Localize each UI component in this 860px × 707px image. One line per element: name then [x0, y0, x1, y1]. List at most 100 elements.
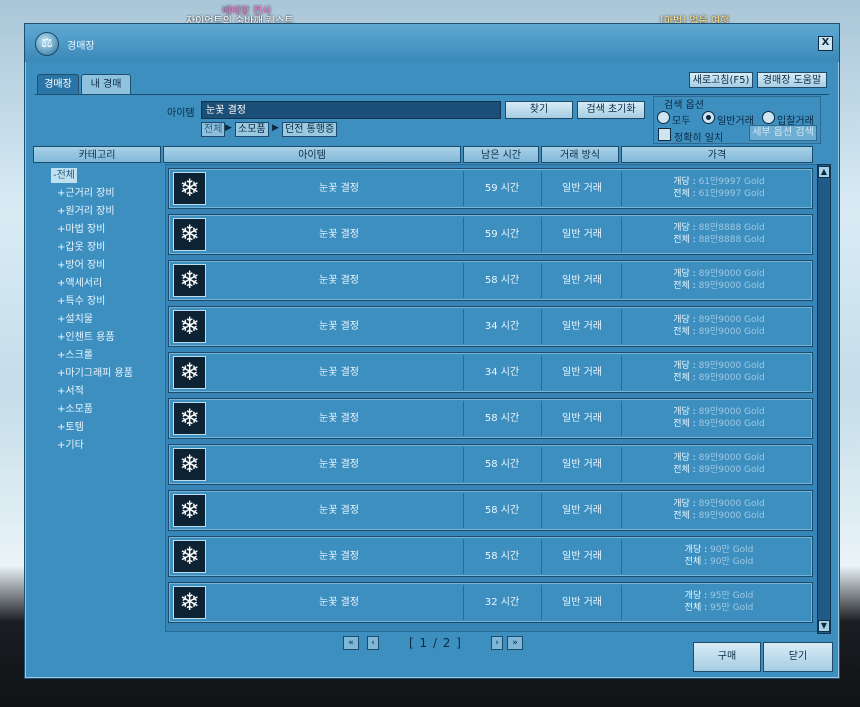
category-item[interactable]: +액세서리: [57, 276, 102, 291]
table-row[interactable]: ❄ 눈꽃 결정 59 시간 일반 거래 개당 : 61만9997 Gold 전체 : 61…: [168, 168, 813, 209]
item-name: 눈꽃 결정: [319, 229, 359, 240]
total-price-label: 전체 :: [673, 373, 696, 383]
snowflake-icon: ❄: [173, 356, 206, 389]
category-item[interactable]: +마기그래피 용품: [57, 366, 133, 381]
unit-price-line: 개당 : 95만 Gold: [629, 590, 809, 602]
scroll-down-icon[interactable]: ▼: [818, 620, 830, 632]
category-item[interactable]: +근거리 장비: [57, 186, 115, 201]
unit-price-label: 개당 :: [684, 545, 708, 555]
radio-all[interactable]: [657, 111, 670, 124]
table-row[interactable]: ❄ 눈꽃 결정 34 시간 일반 거래 개당 : 89만9000 Gold 전체 : 89…: [168, 306, 813, 347]
radio-bid-trade[interactable]: [762, 111, 775, 124]
unit-price-label: 개당 :: [673, 407, 696, 417]
list-scrollbar[interactable]: ▲ ▼: [817, 164, 831, 634]
table-row[interactable]: ❄ 눈꽃 결정 34 시간 일반 거래 개당 : 89만9000 Gold 전체 : 89…: [168, 352, 813, 393]
table-row[interactable]: ❄ 눈꽃 결정 58 시간 일반 거래 개당 : 90만 Gold 전체 : 90만 Go…: [168, 536, 813, 577]
table-row[interactable]: ❄ 눈꽃 결정 58 시간 일반 거래 개당 : 89만9000 Gold 전체 : 89…: [168, 490, 813, 531]
total-price: 95만 Gold: [710, 603, 754, 613]
category-item[interactable]: +갑옷 장비: [57, 240, 105, 255]
total-price-label: 전체 :: [673, 465, 696, 475]
unit-price-line: 개당 : 89만9000 Gold: [629, 268, 809, 280]
unit-price-line: 개당 : 89만9000 Gold: [629, 360, 809, 372]
page-first-button[interactable]: «: [343, 636, 359, 650]
category-item[interactable]: +토템: [57, 420, 84, 435]
snowflake-icon: ❄: [173, 310, 206, 343]
page-last-button[interactable]: »: [507, 636, 523, 650]
total-price-label: 전체 :: [673, 511, 696, 521]
category-item[interactable]: +특수 장비: [57, 294, 105, 309]
price-cell: 개당 : 89만9000 Gold 전체 : 89만9000 Gold: [629, 314, 809, 338]
category-item[interactable]: +서적: [57, 384, 84, 399]
table-row[interactable]: ❄ 눈꽃 결정 58 시간 일반 거래 개당 : 89만9000 Gold 전체 : 89…: [168, 398, 813, 439]
column-divider: [463, 171, 464, 206]
category-item[interactable]: +인챈트 용품: [57, 330, 115, 345]
trade-type: 일반 거래: [562, 505, 602, 516]
title-bar[interactable]: ⚖ 경매장 X: [25, 24, 839, 62]
total-price-label: 전체 :: [673, 189, 696, 199]
remaining-time: 34 시간: [484, 367, 520, 378]
category-item[interactable]: +방어 장비: [57, 258, 105, 273]
refresh-button[interactable]: 새로고침(F5): [689, 72, 753, 88]
tab-auction[interactable]: 경매장: [37, 74, 79, 94]
item-name: 눈꽃 결정: [319, 551, 359, 562]
total-price-line: 전체 : 89만9000 Gold: [629, 280, 809, 292]
header-time[interactable]: 남은 시간: [463, 146, 539, 163]
table-row[interactable]: ❄ 눈꽃 결정 58 시간 일반 거래 개당 : 89만9000 Gold 전체 : 89…: [168, 260, 813, 301]
category-item[interactable]: +스크롤: [57, 348, 93, 363]
exact-match-checkbox[interactable]: [658, 128, 671, 141]
page-next-button[interactable]: ›: [491, 636, 503, 650]
category-item[interactable]: -전체: [51, 168, 78, 183]
detail-search-button[interactable]: 세부 옵션 검색: [749, 125, 817, 141]
trade-type: 일반 거래: [562, 321, 602, 332]
remaining-time: 58 시간: [484, 505, 520, 516]
total-price-label: 전체 :: [684, 557, 708, 567]
price-cell: 개당 : 89만9000 Gold 전체 : 89만9000 Gold: [629, 452, 809, 476]
total-price: 61만9997 Gold: [698, 189, 765, 199]
page-indicator: [ 1 / 2 ]: [409, 636, 462, 650]
breadcrumb-dungeon-pass[interactable]: 던전 통행증: [282, 122, 338, 137]
snowflake-icon: ❄: [173, 540, 206, 573]
category-item[interactable]: +원거리 장비: [57, 204, 115, 219]
breadcrumb-all[interactable]: 전체: [201, 122, 226, 137]
find-button[interactable]: 찾기: [505, 101, 573, 119]
close-icon[interactable]: X: [818, 36, 833, 51]
unit-price-line: 개당 : 89만9000 Gold: [629, 314, 809, 326]
close-button[interactable]: 닫기: [763, 642, 833, 672]
unit-price-line: 개당 : 90만 Gold: [629, 544, 809, 556]
trade-type: 일반 거래: [562, 551, 602, 562]
total-price-line: 전체 : 90만 Gold: [629, 556, 809, 568]
item-search-input[interactable]: 눈꽃 결정: [201, 101, 501, 119]
remaining-time: 59 시간: [484, 183, 520, 194]
unit-price-line: 개당 : 89만9000 Gold: [629, 452, 809, 464]
snowflake-icon: ❄: [173, 494, 206, 527]
auction-window: ⚖ 경매장 X 경매장 내 경매 새로고침(F5) 경매장 도움말 아이템 눈꽃…: [24, 23, 840, 679]
item-search-label: 아이템: [167, 108, 195, 119]
unit-price-label: 개당 :: [673, 361, 696, 371]
category-item[interactable]: +설치물: [57, 312, 93, 327]
total-price-label: 전체 :: [673, 419, 696, 429]
category-item[interactable]: +기타: [57, 438, 84, 453]
table-row[interactable]: ❄ 눈꽃 결정 32 시간 일반 거래 개당 : 95만 Gold 전체 : 95만 Go…: [168, 582, 813, 623]
help-button[interactable]: 경매장 도움말: [757, 72, 827, 88]
auction-list: ❄ 눈꽃 결정 59 시간 일반 거래 개당 : 61만9997 Gold 전체 : 61…: [165, 164, 819, 632]
tab-my-auction[interactable]: 내 경매: [81, 74, 131, 94]
category-item[interactable]: +마법 장비: [57, 222, 105, 237]
reset-search-button[interactable]: 검색 초기화: [577, 101, 645, 119]
scroll-up-icon[interactable]: ▲: [818, 166, 830, 178]
snowflake-icon: ❄: [173, 172, 206, 205]
category-item[interactable]: +소모품: [57, 402, 93, 417]
item-name: 눈꽃 결정: [319, 275, 359, 286]
buy-button[interactable]: 구매: [693, 642, 761, 672]
snowflake-icon: ❄: [173, 448, 206, 481]
header-item[interactable]: 아이템: [163, 146, 461, 163]
radio-normal-trade[interactable]: [702, 111, 715, 124]
trade-type: 일반 거래: [562, 413, 602, 424]
page-prev-button[interactable]: ‹: [367, 636, 379, 650]
price-cell: 개당 : 89만9000 Gold 전체 : 89만9000 Gold: [629, 406, 809, 430]
breadcrumb-consumables[interactable]: 소모품: [235, 122, 269, 137]
table-row[interactable]: ❄ 눈꽃 결정 59 시간 일반 거래 개당 : 88만8888 Gold 전체 : 88…: [168, 214, 813, 255]
remaining-time: 59 시간: [484, 229, 520, 240]
header-price[interactable]: 가격: [621, 146, 813, 163]
header-type[interactable]: 거래 방식: [541, 146, 619, 163]
table-row[interactable]: ❄ 눈꽃 결정 58 시간 일반 거래 개당 : 89만9000 Gold 전체 : 89…: [168, 444, 813, 485]
